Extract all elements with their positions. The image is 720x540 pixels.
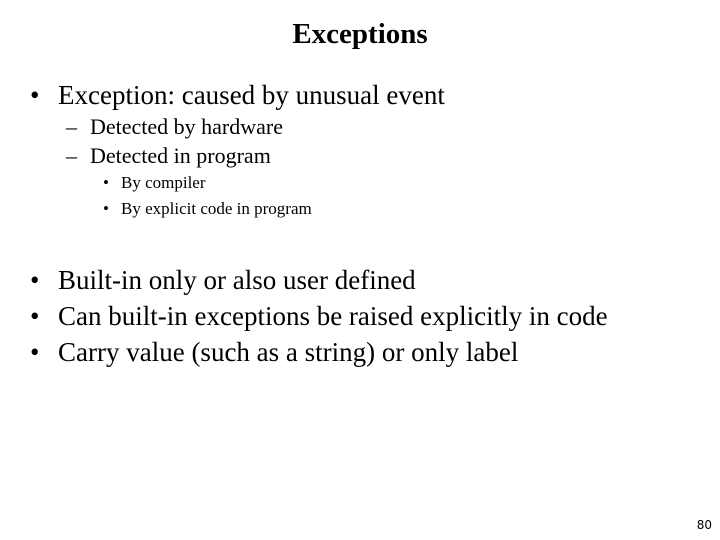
bullet-marker: • bbox=[103, 173, 109, 192]
bullet-marker: • bbox=[30, 337, 40, 367]
bullet-level1: • Built-in only or also user defined bbox=[30, 264, 416, 296]
slide-title: Exceptions bbox=[292, 18, 428, 50]
bullet-marker: • bbox=[103, 199, 109, 218]
bullet-text: Can built-in exceptions be raised explic… bbox=[58, 301, 608, 331]
bullet-text: By compiler bbox=[121, 173, 206, 192]
bullet-text: Detected in program bbox=[90, 143, 271, 168]
bullet-level1: • Exception: caused by unusual event bbox=[30, 79, 445, 111]
bullet-level3: • By explicit code in program bbox=[103, 199, 312, 219]
dash-marker: – bbox=[66, 143, 77, 168]
bullet-level3: • By compiler bbox=[103, 173, 206, 193]
bullet-text: Exception: caused by unusual event bbox=[58, 80, 445, 110]
dash-marker: – bbox=[66, 114, 77, 139]
bullet-text: By explicit code in program bbox=[121, 199, 312, 218]
bullet-text: Carry value (such as a string) or only l… bbox=[58, 337, 519, 367]
bullet-marker: • bbox=[30, 265, 40, 295]
bullet-text: Built-in only or also user defined bbox=[58, 265, 416, 295]
bullet-level1: • Can built-in exceptions be raised expl… bbox=[30, 300, 608, 332]
page-number: 80 bbox=[696, 518, 712, 532]
bullet-text: Detected by hardware bbox=[90, 114, 284, 139]
bullet-marker: • bbox=[30, 80, 40, 110]
bullet-level2: – Detected in program bbox=[66, 143, 271, 169]
bullet-level2: – Detected by hardware bbox=[66, 114, 283, 140]
bullet-level1: • Carry value (such as a string) or only… bbox=[30, 336, 518, 368]
bullet-marker: • bbox=[30, 301, 40, 331]
